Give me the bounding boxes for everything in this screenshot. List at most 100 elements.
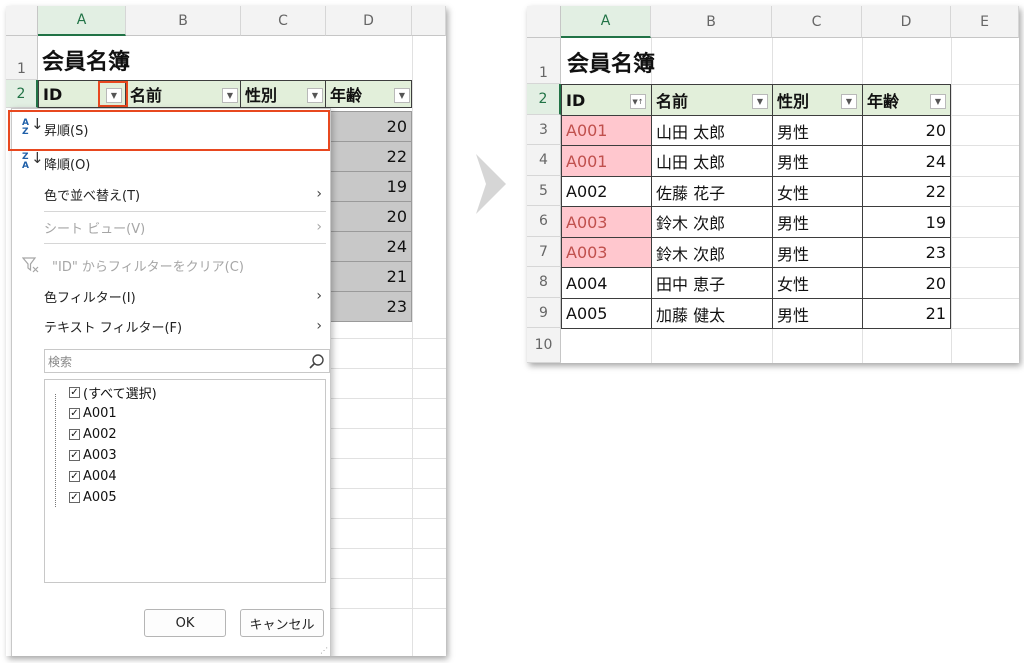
checkbox-icon[interactable]: ✓ — [69, 407, 80, 419]
row-header-9[interactable]: 9 — [527, 298, 561, 328]
color-filter-item[interactable]: 色フィルター(I) › — [12, 282, 330, 310]
row-header-2[interactable]: 2 — [527, 84, 561, 115]
gridline — [412, 36, 413, 656]
age-cell[interactable]: 20 — [329, 111, 412, 142]
age-cell[interactable]: 22 — [329, 141, 412, 172]
gridline — [329, 398, 446, 399]
column-header-a[interactable]: A — [38, 6, 126, 36]
column-header-d[interactable]: D — [862, 6, 951, 38]
filter-value-item[interactable]: ✓ A005 — [69, 487, 117, 507]
sort-descending-item[interactable]: Z A ↓ 降順(O) — [12, 149, 330, 177]
name-cell[interactable]: 田中 恵子 — [651, 267, 773, 299]
name-cell[interactable]: 加藤 健太 — [651, 298, 773, 329]
column-header-c[interactable]: C — [772, 6, 862, 38]
name-cell[interactable]: 鈴木 次郎 — [651, 237, 773, 268]
gender-cell[interactable]: 女性 — [772, 267, 863, 299]
row-header-1[interactable]: 1 — [527, 38, 561, 84]
column-header-d[interactable]: D — [326, 6, 412, 36]
sort-descending-label: 降順(O) — [44, 157, 91, 173]
column-header-c[interactable]: C — [241, 6, 326, 36]
column-header-b[interactable]: B — [651, 6, 772, 38]
clear-filter-label: "ID" からフィルターをクリア(C) — [52, 259, 244, 275]
row-header-2[interactable]: 2 — [6, 80, 38, 108]
name-cell[interactable]: 山田 太郎 — [651, 145, 773, 177]
ok-button[interactable]: OK — [144, 609, 226, 637]
chevron-right-icon: › — [316, 318, 322, 334]
row-header-1[interactable]: 1 — [6, 36, 38, 80]
filter-dropdown-icon[interactable]: ▼ — [394, 88, 410, 103]
gridline — [951, 145, 1019, 146]
gender-cell[interactable]: 男性 — [772, 206, 863, 238]
age-cell[interactable]: 21 — [862, 298, 951, 329]
age-cell[interactable]: 24 — [329, 231, 412, 262]
gender-cell[interactable]: 男性 — [772, 145, 863, 177]
filter-value-item[interactable]: ✓ (すべて選択) — [69, 382, 157, 402]
checkbox-icon[interactable]: ✓ — [69, 386, 80, 398]
row-header-7[interactable]: 7 — [527, 237, 561, 267]
filter-value-label: (すべて選択) — [83, 386, 157, 402]
age-cell[interactable]: 24 — [862, 145, 951, 177]
filter-dropdown-icon[interactable]: ▼ — [930, 94, 946, 109]
age-cell[interactable]: 19 — [862, 206, 951, 238]
age-cell[interactable]: 23 — [862, 237, 951, 268]
sort-by-color-item[interactable]: 色で並べ替え(T) › — [12, 180, 330, 208]
filter-search-input[interactable]: 検索 — [44, 349, 330, 373]
filter-dropdown-icon[interactable]: ▼ — [841, 94, 857, 109]
column-header-a[interactable]: A — [561, 6, 651, 38]
filter-value-item[interactable]: ✓ A003 — [69, 445, 117, 465]
row-header-6[interactable]: 6 — [527, 206, 561, 237]
checkbox-icon[interactable]: ✓ — [69, 491, 80, 503]
filter-value-item[interactable]: ✓ A001 — [69, 403, 117, 423]
filter-value-item[interactable]: ✓ A004 — [69, 466, 117, 486]
age-cell[interactable]: 20 — [862, 115, 951, 146]
id-cell[interactable]: A004 — [561, 267, 652, 299]
filter-dropdown-icon[interactable]: ▼ — [307, 88, 323, 103]
id-cell[interactable]: A001 — [561, 115, 652, 146]
gender-cell[interactable]: 男性 — [772, 298, 863, 329]
name-cell[interactable]: 鈴木 次郎 — [651, 206, 773, 238]
filter-dropdown-icon[interactable]: ▼ — [752, 94, 768, 109]
checkbox-icon[interactable]: ✓ — [69, 428, 80, 440]
row-header-10[interactable]: 10 — [527, 328, 561, 363]
filter-value-item[interactable]: ✓ A002 — [69, 424, 117, 444]
age-cell[interactable]: 19 — [329, 171, 412, 202]
cancel-button[interactable]: キャンセル — [240, 609, 324, 637]
header-label: 名前 — [656, 92, 689, 111]
filter-dropdown-icon[interactable]: ▼ — [222, 88, 238, 103]
gridline — [651, 328, 652, 363]
gender-cell[interactable]: 男性 — [772, 237, 863, 268]
text-filter-item[interactable]: テキスト フィルター(F) › — [12, 312, 330, 340]
sheet-view-label: シート ビュー(V) — [44, 221, 146, 237]
row-header-3[interactable]: 3 — [527, 115, 561, 145]
id-cell[interactable]: A002 — [561, 176, 652, 207]
checkbox-icon[interactable]: ✓ — [69, 449, 80, 461]
gender-cell[interactable]: 女性 — [772, 176, 863, 207]
id-cell[interactable]: A003 — [561, 237, 652, 268]
column-header-e[interactable] — [412, 6, 446, 36]
age-cell[interactable]: 22 — [862, 176, 951, 207]
row-header-4[interactable]: 4 — [527, 145, 561, 176]
name-cell[interactable]: 佐藤 花子 — [651, 176, 773, 207]
gender-cell[interactable]: 男性 — [772, 115, 863, 146]
age-cell[interactable]: 20 — [862, 267, 951, 299]
id-cell[interactable]: A003 — [561, 206, 652, 238]
sorted-filter-icon[interactable]: ▼↑ — [630, 94, 646, 109]
column-header-e[interactable]: E — [951, 6, 1019, 38]
row-header-8[interactable]: 8 — [527, 267, 561, 298]
autofilter-dropdown-menu: A Z ↓ 昇順(S) Z A ↓ 降順(O) 色で並べ替え(T) › シート ビュー(… — [11, 108, 331, 656]
resize-grip-icon[interactable]: ⋰ — [320, 646, 328, 655]
age-cell[interactable]: 20 — [329, 201, 412, 232]
row-header-5[interactable]: 5 — [527, 176, 561, 206]
checkbox-icon[interactable]: ✓ — [69, 470, 80, 482]
gridline — [951, 206, 1019, 207]
id-cell[interactable]: A005 — [561, 298, 652, 329]
column-header-b[interactable]: B — [126, 6, 241, 36]
name-cell[interactable]: 山田 太郎 — [651, 115, 773, 146]
sheet-title: 会員名簿 — [42, 50, 131, 75]
select-all-corner[interactable] — [6, 6, 38, 36]
chevron-right-icon: › — [316, 186, 322, 202]
age-cell[interactable]: 23 — [329, 291, 412, 322]
age-cell[interactable]: 21 — [329, 261, 412, 292]
select-all-corner[interactable] — [527, 6, 561, 38]
id-cell[interactable]: A001 — [561, 145, 652, 177]
